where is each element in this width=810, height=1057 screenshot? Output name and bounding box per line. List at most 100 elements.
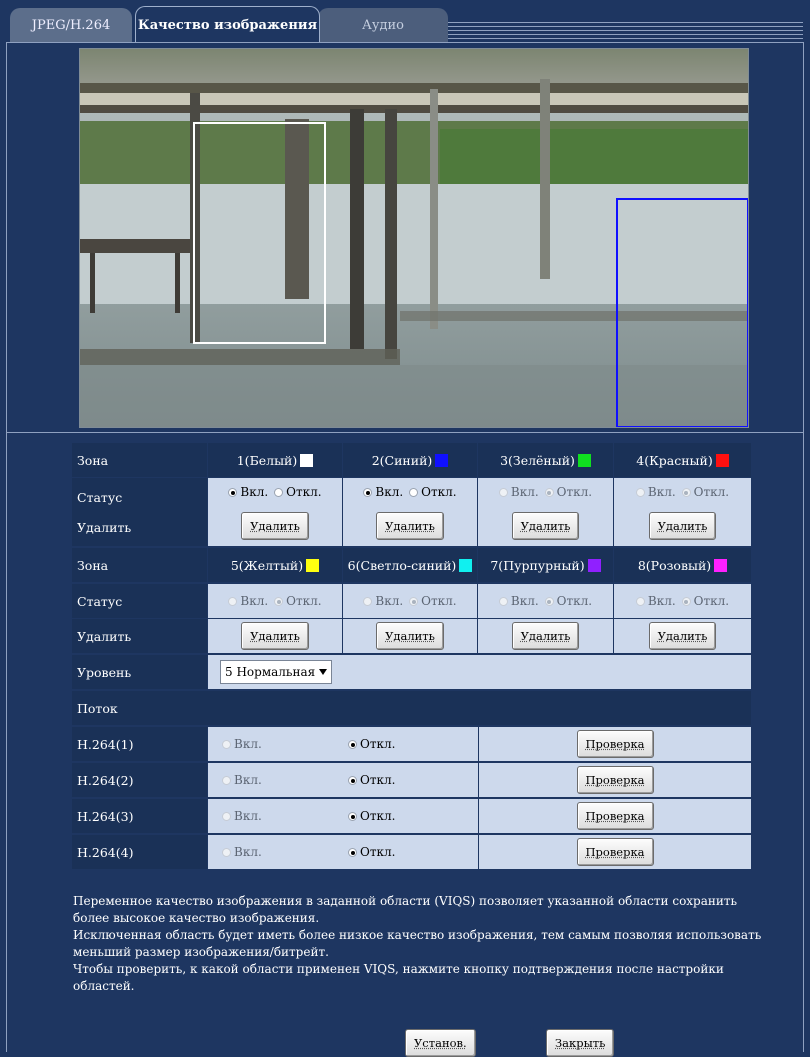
zone-6-off-radio[interactable]: Откл.	[409, 594, 457, 608]
zone-7-delete-button[interactable]: Удалить	[511, 622, 580, 650]
zone-2-controls: Вкл. Откл. Удалить	[343, 478, 477, 546]
stream-3-check-cell: Проверка	[479, 799, 751, 833]
zone-5-delete-button[interactable]: Удалить	[241, 622, 309, 650]
zone-6-on-radio[interactable]: Вкл.	[363, 594, 403, 608]
zone-label: Зона	[72, 548, 207, 582]
zone-8-delete-button[interactable]: Удалить	[648, 622, 717, 650]
zone-7-off-radio[interactable]: Откл.	[544, 594, 592, 608]
zone-4-header: 4(Красный)	[614, 443, 751, 477]
stream-4-off-radio[interactable]: Откл.	[348, 845, 395, 859]
stream-1-on-radio[interactable]: Вкл.	[222, 737, 342, 751]
zone-8-status: Вкл. Откл.	[614, 584, 751, 618]
stream-2-check-cell: Проверка	[479, 763, 751, 797]
stream-4-check-cell: Проверка	[479, 835, 751, 869]
zone-4-controls: Вкл. Откл. Удалить	[614, 478, 751, 546]
chevron-down-icon	[319, 669, 328, 675]
stream-4-options: Вкл. Откл.	[208, 835, 478, 869]
zone-5-off-radio[interactable]: Откл.	[274, 594, 322, 608]
stream-4-check-button[interactable]: Проверка	[576, 838, 654, 866]
viqs-description: Переменное качество изображения в заданн…	[73, 893, 763, 995]
tab-decor-line	[448, 30, 803, 31]
stream-2-options: Вкл. Откл.	[208, 763, 478, 797]
zone-5-delete-cell: Удалить	[208, 619, 342, 653]
zone-3-header: 3(Зелёный)	[478, 443, 613, 477]
zone-7-swatch	[587, 558, 601, 572]
zone-6-delete-cell: Удалить	[343, 619, 477, 653]
stream-1-off-radio[interactable]: Откл.	[348, 737, 395, 751]
zone-1-on-radio[interactable]: Вкл.	[228, 485, 268, 499]
tab-bar: JPEG/H.264 Аудио Качество изображения	[0, 0, 810, 43]
stream-1-options: Вкл. Откл.	[208, 727, 478, 761]
zone-2-off-radio[interactable]: Откл.	[409, 485, 457, 499]
zone-7-on-radio[interactable]: Вкл.	[498, 594, 539, 608]
stream-name: H.264(1)	[72, 727, 207, 761]
stream-3-check-button[interactable]: Проверка	[576, 802, 654, 830]
tab-decor-line	[448, 34, 803, 35]
zone-3-swatch	[577, 453, 591, 467]
close-button[interactable]: Закрыть	[546, 1029, 615, 1057]
description-line: более высокое качество изображения.	[73, 911, 320, 925]
level-row: Уровень 5 Нормальная	[72, 655, 751, 689]
zone-1-off-radio[interactable]: Откл.	[274, 485, 322, 499]
zone-8-on-radio[interactable]: Вкл.	[635, 594, 676, 608]
status-delete-labels: Статус Удалить	[72, 478, 207, 546]
zone-3-off-radio[interactable]: Откл.	[544, 485, 592, 499]
tab-jpeg-h264[interactable]: JPEG/H.264	[10, 8, 132, 42]
zone-6-delete-button[interactable]: Удалить	[376, 622, 444, 650]
zone-1-header: 1(Белый)	[208, 443, 342, 477]
zone-4-on-radio[interactable]: Вкл.	[635, 485, 676, 499]
zone-7-header: 7(Пурпурный)	[478, 548, 613, 582]
level-label: Уровень	[72, 655, 207, 689]
stream-name: H.264(3)	[72, 799, 207, 833]
stream-header-row: Поток	[72, 691, 751, 725]
stream-4-on-radio[interactable]: Вкл.	[222, 845, 342, 859]
status-label: Статус	[72, 584, 207, 618]
zone-2-header: 2(Синий)	[343, 443, 477, 477]
stream-row-1: H.264(1) Вкл. Откл. Проверка	[72, 727, 751, 761]
zone-8-off-radio[interactable]: Откл.	[681, 594, 729, 608]
delete-label: Удалить	[77, 519, 132, 535]
zone-4-off-radio[interactable]: Откл.	[681, 485, 729, 499]
stream-2-on-radio[interactable]: Вкл.	[222, 773, 342, 787]
description-line: Исключенная область будет иметь более ни…	[73, 928, 762, 942]
zone-8-delete-cell: Удалить	[614, 619, 751, 653]
stream-1-check-cell: Проверка	[479, 727, 751, 761]
status-row-2: Статус Вкл. Откл. Вкл. Откл. Вкл. Откл. Вкл…	[72, 584, 751, 618]
zone-1-delete-button[interactable]: Удалить	[241, 511, 309, 540]
zone-row-1: Зона 1(Белый) 2(Синий) 3(Зелёный) 4(Крас…	[72, 443, 751, 477]
tab-image-quality[interactable]: Качество изображения	[135, 6, 320, 43]
delete-row-2: Удалить Удалить Удалить Удалить Удалить	[72, 619, 751, 653]
zone-2-on-radio[interactable]: Вкл.	[363, 485, 403, 499]
panel-border	[6, 42, 7, 1052]
stream-2-off-radio[interactable]: Откл.	[348, 773, 395, 787]
level-cell: 5 Нормальная	[208, 655, 751, 689]
camera-preview[interactable]	[79, 48, 749, 428]
status-label: Статус	[77, 489, 123, 505]
zone-3-on-radio[interactable]: Вкл.	[498, 485, 539, 499]
stream-2-check-button[interactable]: Проверка	[576, 766, 654, 794]
zone-5-on-radio[interactable]: Вкл.	[228, 594, 268, 608]
camera-image	[80, 49, 748, 427]
set-button[interactable]: Установ.	[405, 1029, 476, 1057]
panel-border	[803, 42, 804, 1052]
stream-1-check-button[interactable]: Проверка	[576, 730, 654, 758]
zone-4-delete-button[interactable]: Удалить	[648, 511, 717, 540]
stream-3-on-radio[interactable]: Вкл.	[222, 809, 342, 823]
zone-1-controls: Вкл. Откл. Удалить	[208, 478, 342, 546]
stream-label: Поток	[72, 691, 751, 725]
stream-3-options: Вкл. Откл.	[208, 799, 478, 833]
divider	[6, 432, 804, 433]
zone-7-delete-cell: Удалить	[478, 619, 613, 653]
description-line: Переменное качество изображения в заданн…	[73, 894, 738, 908]
zone-3-delete-button[interactable]: Удалить	[511, 511, 580, 540]
zone-8-swatch	[714, 558, 728, 572]
tab-decor-line	[448, 26, 803, 27]
zone-row-2: Зона 5(Желтый) 6(Светло-синий) 7(Пурпурн…	[72, 548, 751, 582]
stream-row-4: H.264(4) Вкл. Откл. Проверка	[72, 835, 751, 869]
zone-2-delete-button[interactable]: Удалить	[376, 511, 444, 540]
tab-audio[interactable]: Аудио	[318, 8, 448, 42]
status-delete-block-1: Статус Удалить Вкл. Откл. Удалить Вкл. Отк…	[72, 478, 751, 546]
stream-3-off-radio[interactable]: Откл.	[348, 809, 395, 823]
level-select[interactable]: 5 Нормальная	[220, 660, 333, 684]
zone-label: Зона	[72, 443, 207, 477]
